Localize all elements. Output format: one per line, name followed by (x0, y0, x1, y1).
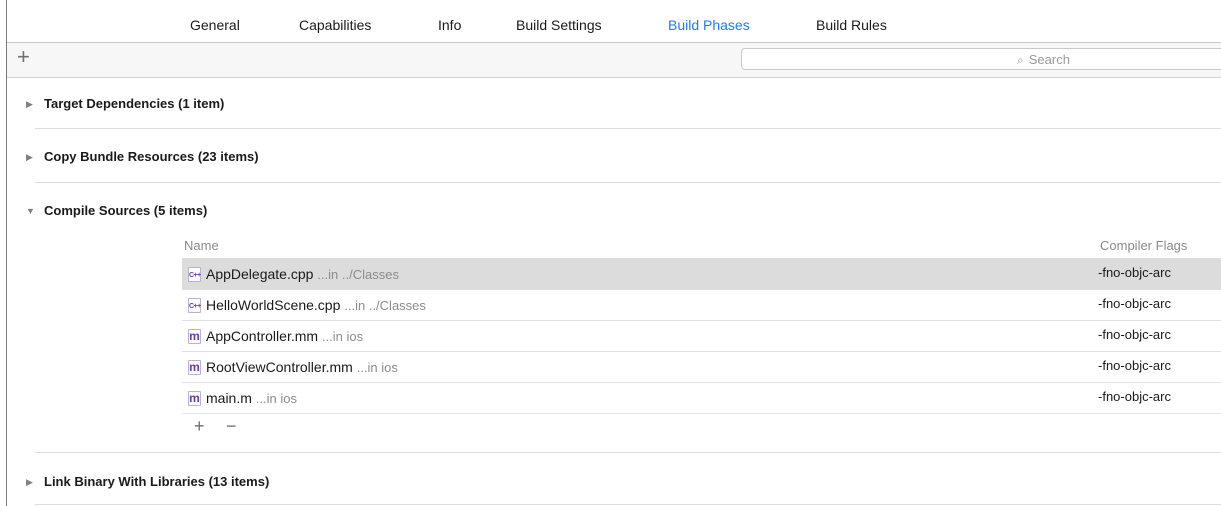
phase-link-binary-with-libraries[interactable]: Link Binary With Libraries (13 items) (44, 474, 269, 489)
compiler-flags-cell[interactable]: -fno-objc-arc (1098, 327, 1171, 342)
tab-capabilities[interactable]: Capabilities (299, 16, 371, 34)
file-name: main.m ...in ios (206, 390, 297, 406)
tab-build-phases[interactable]: Build Phases (668, 16, 750, 34)
compiler-flags-cell[interactable]: -fno-objc-arc (1098, 358, 1171, 373)
file-location: ...in ios (255, 391, 297, 406)
disclosure-triangle-collapsed-icon[interactable]: ▶ (26, 99, 33, 110)
disclosure-triangle-expanded-icon[interactable]: ▼ (26, 206, 35, 216)
objc-file-icon: m (188, 391, 201, 406)
compiler-flags-cell[interactable]: -fno-objc-arc (1098, 265, 1171, 280)
section-divider (35, 452, 1221, 453)
table-row[interactable]: m RootViewController.mm ...in ios -fno-o… (182, 352, 1221, 382)
add-build-phase-button[interactable]: + (17, 46, 30, 68)
table-row[interactable]: m AppController.mm ...in ios -fno-objc-a… (182, 321, 1221, 351)
table-row[interactable]: C++ HelloWorldScene.cpp ...in ../Classes… (182, 290, 1221, 320)
objc-file-icon: m (188, 329, 201, 344)
cpp-file-icon: C++ (188, 298, 201, 313)
table-row[interactable]: m main.m ...in ios -fno-objc-arc (182, 383, 1221, 413)
compiler-flags-cell[interactable]: -fno-objc-arc (1098, 389, 1171, 404)
row-divider (182, 413, 1221, 414)
toolbar-divider (7, 77, 1221, 78)
file-name: RootViewController.mm ...in ios (206, 359, 398, 375)
section-divider (35, 128, 1221, 129)
compiler-flags-cell[interactable]: -fno-objc-arc (1098, 296, 1171, 311)
objc-file-icon: m (188, 360, 201, 375)
tab-general[interactable]: General (190, 16, 240, 34)
search-field[interactable]: ⌕ Search (741, 48, 1221, 70)
tab-build-settings[interactable]: Build Settings (516, 16, 602, 34)
disclosure-triangle-collapsed-icon[interactable]: ▶ (26, 152, 33, 163)
column-header-name[interactable]: Name (184, 238, 219, 253)
cpp-file-icon: C++ (188, 267, 201, 282)
add-file-button[interactable]: + (194, 416, 205, 437)
tab-info[interactable]: Info (438, 16, 461, 34)
section-divider (35, 504, 1221, 505)
phases-toolbar: + ⌕ Search (7, 43, 1221, 77)
magnifier-icon: ⌕ (1017, 53, 1024, 67)
disclosure-triangle-collapsed-icon[interactable]: ▶ (26, 477, 33, 488)
tab-build-rules[interactable]: Build Rules (816, 16, 887, 34)
file-location: ...in ios (321, 329, 364, 344)
file-location: ...in ios (356, 360, 398, 375)
editor-tab-bar: General Capabilities Info Build Settings… (0, 0, 1221, 42)
search-placeholder: ⌕ Search (1017, 52, 1070, 67)
remove-file-button[interactable]: − (226, 416, 237, 437)
file-location: ...in ../Classes (344, 298, 426, 313)
table-row[interactable]: C++ AppDelegate.cpp ...in ../Classes -fn… (182, 259, 1221, 289)
column-header-compiler-flags[interactable]: Compiler Flags (1100, 238, 1187, 253)
phase-copy-bundle-resources[interactable]: Copy Bundle Resources (23 items) (44, 149, 259, 164)
file-name: HelloWorldScene.cpp ...in ../Classes (206, 297, 426, 313)
file-location: ...in ../Classes (317, 267, 399, 282)
phase-target-dependencies[interactable]: Target Dependencies (1 item) (44, 96, 224, 111)
phase-compile-sources[interactable]: Compile Sources (5 items) (44, 203, 207, 218)
file-name: AppDelegate.cpp ...in ../Classes (206, 266, 399, 282)
file-name: AppController.mm ...in ios (206, 328, 364, 344)
section-divider (35, 182, 1221, 183)
